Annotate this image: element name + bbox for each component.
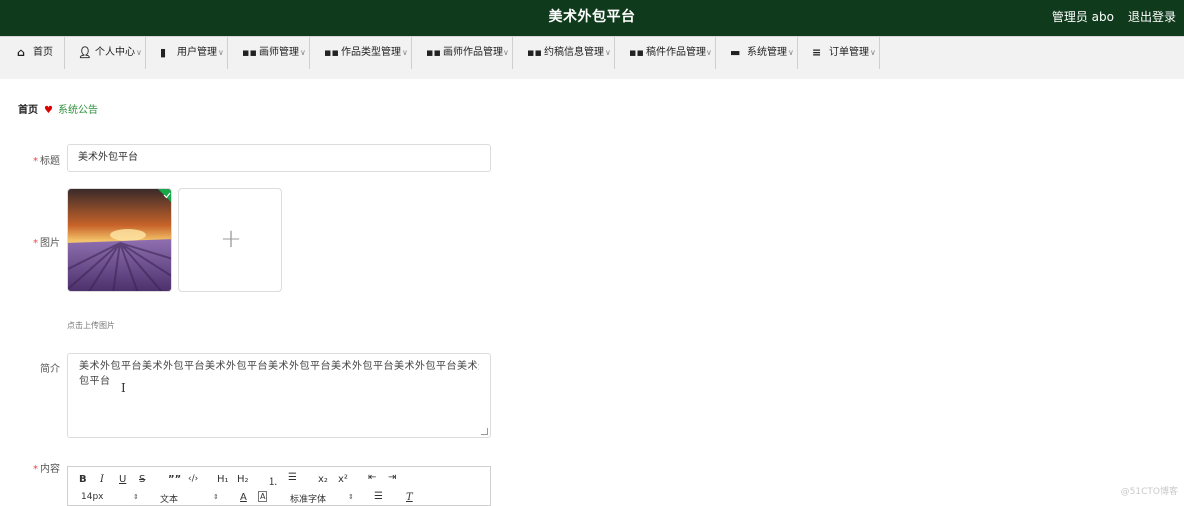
content-label-text: 内容 (40, 464, 60, 475)
blockquote-button[interactable]: ”” (168, 474, 181, 485)
clear-format-icon[interactable]: T (406, 492, 413, 503)
font-size-value: 14px (81, 492, 104, 502)
title-label-text: 标题 (40, 156, 60, 167)
nav-item-profile[interactable]: 👤︎ 个人中心 ∨ (65, 37, 146, 69)
intro-textarea[interactable]: 美术外包平台美术外包平台美术外包平台美术外包平台美术外包平台美术外包平台美术外 … (67, 353, 491, 438)
chevron-down-icon: ∨ (605, 48, 611, 57)
nav-item-label: 作品类型管理 (341, 47, 401, 58)
chevron-down-icon: ∨ (218, 48, 224, 57)
ordered-list-icon[interactable]: ⒈ (268, 473, 278, 488)
nav-item-label: 用户管理 (177, 47, 217, 58)
user-icon: 👤︎ (78, 46, 92, 59)
align-icon[interactable]: ☰ (374, 491, 383, 502)
resize-handle-icon[interactable] (481, 428, 488, 435)
h2-button[interactable]: H₂ (237, 474, 249, 485)
nav-item-artist-works[interactable]: ▪▪ 画师作品管理 ∨ (412, 37, 513, 69)
admin-username: 管理员 abo (1051, 10, 1114, 24)
nav-item-artists[interactable]: ▪▪ 画师管理 ∨ (228, 37, 310, 69)
subscript-button[interactable]: x₂ (318, 474, 328, 485)
font-color-icon[interactable]: A (240, 492, 247, 503)
add-image-button[interactable]: + (178, 188, 282, 292)
bold-button[interactable]: B (79, 474, 87, 485)
breadcrumb-current: 系统公告 (57, 105, 98, 116)
intro-text-line: 包平台 (79, 376, 111, 387)
uploaded-image[interactable] (67, 188, 172, 292)
breadcrumb-home[interactable]: 首页 (18, 105, 38, 116)
italic-button[interactable]: I (100, 474, 104, 485)
image-label-text: 图片 (40, 238, 60, 249)
strike-button[interactable]: S (139, 474, 145, 485)
nav-item-commissions[interactable]: ▪▪ 约稿信息管理 ∨ (513, 37, 615, 69)
bar-chart-icon: ▮ (160, 46, 167, 59)
intro-label: 简介 (40, 364, 60, 375)
nav-item-label: 画师管理 (259, 47, 299, 58)
nav-item-work-types[interactable]: ▪▪ 作品类型管理 ∨ (310, 37, 412, 69)
main-nav: ⌂ 首页 👤︎ 个人中心 ∨ ▮ 用户管理 ∨ ▪▪ 画师管理 ∨ ▪▪ 作品类… (0, 36, 1184, 70)
title-input[interactable]: 美术外包平台 (67, 144, 491, 172)
heart-icon: ♥ (44, 105, 53, 116)
nav-item-label: 稿件作品管理 (646, 47, 706, 58)
list-icon: ≡ (812, 46, 822, 59)
h1-button[interactable]: H₁ (217, 474, 229, 485)
nav-item-label: 画师作品管理 (443, 47, 503, 58)
chevron-down-icon: ∨ (300, 48, 306, 57)
chat-icon: ▬ (730, 46, 741, 59)
grid-icon: ▪▪ (629, 46, 644, 59)
nav-item-label: 个人中心 (95, 47, 135, 58)
chevron-down-icon: ∨ (706, 48, 712, 57)
text-type-value: 文本 (160, 495, 179, 505)
nav-item-users[interactable]: ▮ 用户管理 ∨ (146, 37, 228, 69)
text-cursor-icon: I (121, 381, 126, 395)
rich-text-editor: B I U S ”” ‹/› H₁ H₂ ⒈ ☰ x₂ x² ⇤ ⇥ 14px … (67, 466, 491, 506)
logout-link[interactable]: 退出登录 (1128, 0, 1176, 34)
nav-item-label: 首页 (33, 47, 53, 58)
underline-button[interactable]: U (119, 474, 126, 485)
title-label: * 标题 (20, 152, 60, 167)
grid-icon: ▪▪ (426, 46, 441, 59)
nav-item-manuscripts[interactable]: ▪▪ 稿件作品管理 ∨ (615, 37, 716, 69)
grid-icon: ▪▪ (242, 46, 257, 59)
upload-hint: 点击上传图片 (67, 321, 115, 330)
chevron-down-icon: ∨ (402, 48, 408, 57)
font-family-value: 标准字体 (290, 495, 327, 505)
background-color-icon[interactable]: A (258, 491, 268, 502)
outdent-icon[interactable]: ⇤ (368, 472, 376, 483)
font-size-select[interactable]: 14px ⇕ (81, 492, 139, 502)
required-mark: * (33, 238, 38, 249)
breadcrumb: 首页 ♥ 系统公告 (18, 104, 98, 118)
chevron-down-icon: ∨ (788, 48, 794, 57)
nav-item-orders[interactable]: ≡ 订单管理 ∨ (798, 37, 880, 69)
nav-item-system[interactable]: ▬ 系统管理 ∨ (716, 37, 798, 69)
superscript-button[interactable]: x² (338, 474, 348, 485)
chevron-down-icon: ∨ (870, 48, 876, 57)
nav-item-label: 订单管理 (829, 47, 869, 58)
nav-item-label: 约稿信息管理 (544, 47, 604, 58)
intro-text-line: 美术外包平台美术外包平台美术外包平台美术外包平台美术外包平台美术外包平台美术外 (79, 361, 479, 372)
home-icon: ⌂ (17, 46, 25, 59)
nav-spacer (0, 69, 1184, 79)
select-arrow-icon: ⇕ (348, 493, 354, 501)
lavender-photo (68, 189, 171, 291)
bullet-list-icon[interactable]: ☰ (288, 472, 297, 483)
text-type-select[interactable]: 文本 ⇕ (160, 492, 219, 505)
code-button[interactable]: ‹/› (188, 474, 198, 484)
app-title: 美术外包平台 (548, 9, 636, 25)
nav-item-label: 系统管理 (747, 47, 787, 58)
chevron-down-icon: ∨ (136, 48, 142, 57)
font-family-select[interactable]: 标准字体 ⇕ (290, 492, 354, 505)
chevron-down-icon: ∨ (503, 48, 509, 57)
nav-item-home[interactable]: ⌂ 首页 (0, 37, 65, 69)
select-arrow-icon: ⇕ (133, 493, 139, 501)
content-label: * 内容 (20, 460, 60, 475)
grid-icon: ▪▪ (324, 46, 339, 59)
image-label: * 图片 (20, 234, 60, 249)
grid-icon: ▪▪ (527, 46, 542, 59)
watermark: @51CTO博客 (1120, 487, 1178, 497)
required-mark: * (33, 464, 38, 475)
required-mark: * (33, 156, 38, 167)
indent-icon[interactable]: ⇥ (388, 472, 396, 483)
select-arrow-icon: ⇕ (213, 493, 219, 501)
top-header: 美术外包平台 管理员 abo 退出登录 (0, 0, 1184, 36)
plus-icon: + (220, 224, 242, 254)
